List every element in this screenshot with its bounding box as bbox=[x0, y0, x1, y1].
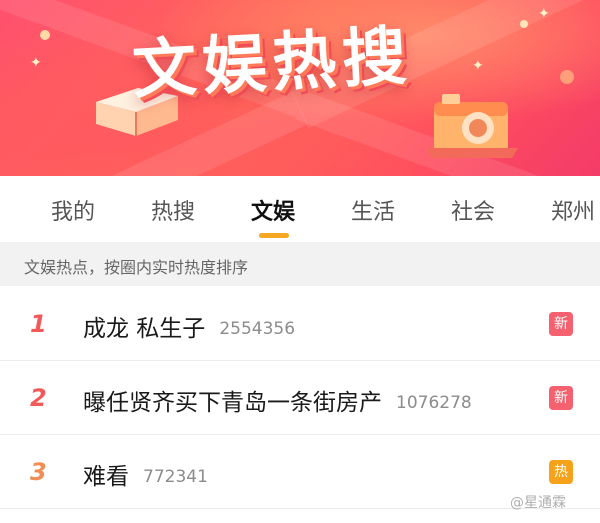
tab-entertainment[interactable]: 文娱 bbox=[251, 194, 295, 226]
item-title[interactable]: 难看 772341 bbox=[83, 457, 208, 491]
rank-number: 2 bbox=[30, 384, 47, 412]
tab-hot-search[interactable]: 热搜 bbox=[151, 194, 195, 226]
section-description-text: 文娱热点，按圈内实时热度排序 bbox=[24, 258, 249, 277]
list-item[interactable]: 2 曝任贤齐买下青岛一条街房产 1076278 新 bbox=[0, 360, 600, 435]
banner-title: 文娱热搜 bbox=[130, 19, 415, 109]
tab-life[interactable]: 生活 bbox=[351, 194, 395, 226]
item-title[interactable]: 曝任贤齐买下青岛一条街房产 1076278 bbox=[83, 383, 472, 417]
tab-bar: 我的 热搜 文娱 生活 社会 郑州 bbox=[0, 176, 600, 242]
new-badge: 新 bbox=[549, 312, 573, 336]
tab-zhengzhou[interactable]: 郑州 bbox=[551, 194, 595, 226]
list-item[interactable]: 1 成龙 私生子 2554356 新 bbox=[0, 286, 600, 361]
banner: ✦ ✦ ✦ 文娱热搜 bbox=[0, 0, 600, 176]
hot-badge: 热 bbox=[549, 460, 573, 484]
watermark: @星通霖 bbox=[510, 495, 566, 511]
tab-mine[interactable]: 我的 bbox=[51, 194, 95, 226]
item-title-text: 成龙 私生子 bbox=[83, 316, 206, 342]
item-title-text: 难看 bbox=[83, 464, 129, 490]
rank-number: 1 bbox=[30, 310, 47, 338]
section-description: 文娱热点，按圈内实时热度排序 bbox=[0, 242, 600, 286]
rank-number: 3 bbox=[30, 458, 47, 486]
heat-count: 772341 bbox=[143, 467, 208, 487]
item-title-text: 曝任贤齐买下青岛一条街房产 bbox=[83, 390, 382, 416]
active-tab-indicator bbox=[259, 233, 289, 238]
camera-icon bbox=[426, 94, 518, 158]
heat-count: 2554356 bbox=[219, 319, 296, 339]
tab-society[interactable]: 社会 bbox=[451, 194, 495, 226]
heat-count: 1076278 bbox=[396, 393, 472, 413]
new-badge: 新 bbox=[549, 386, 573, 410]
item-title[interactable]: 成龙 私生子 2554356 bbox=[83, 309, 295, 343]
